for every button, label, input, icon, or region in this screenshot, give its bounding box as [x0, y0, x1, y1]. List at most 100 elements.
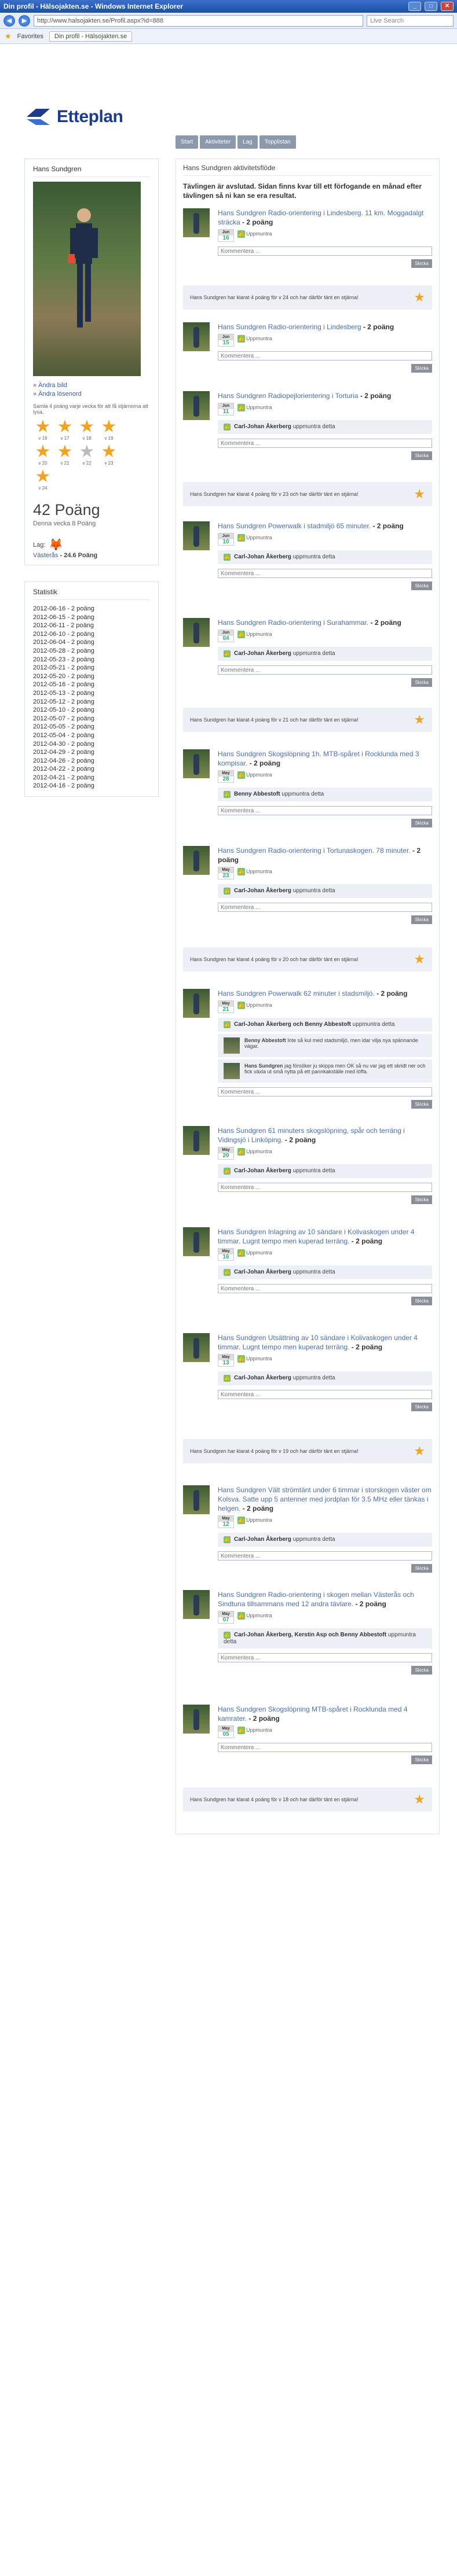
team-link[interactable]: Västerås	[33, 552, 58, 559]
send-button[interactable]: Skicka	[411, 1100, 432, 1109]
avatar[interactable]	[183, 1705, 210, 1734]
activity-title[interactable]: Hans Sundgren Inlagning av 10 sändare i …	[218, 1227, 432, 1246]
activity-title[interactable]: Hans Sundgren Radiopejlorientering i Tor…	[218, 391, 432, 400]
comment-input[interactable]	[218, 1087, 432, 1096]
encourage-button[interactable]: 👍 Uppmuntra	[237, 1517, 272, 1524]
activity-text[interactable]: Hans Sundgren Skogslöpning 1h. MTB-spåre…	[218, 750, 419, 767]
nav-item[interactable]: Start	[176, 135, 199, 149]
likers[interactable]: Carl-Johan Åkerberg	[234, 1536, 291, 1543]
send-button[interactable]: Skicka	[411, 819, 432, 827]
activity-title[interactable]: Hans Sundgren Vält strömtänt under 6 tim…	[218, 1485, 432, 1513]
avatar[interactable]	[183, 846, 210, 875]
avatar[interactable]	[183, 322, 210, 351]
send-button[interactable]: Skicka	[411, 582, 432, 590]
activity-title[interactable]: Hans Sundgren Radio-orientering i Lindes…	[218, 322, 432, 332]
comment-input[interactable]	[218, 1743, 432, 1752]
search-input[interactable]: Live Search	[367, 14, 454, 27]
comment-input[interactable]	[218, 1183, 432, 1192]
comment-input[interactable]	[218, 806, 432, 815]
nav-item[interactable]: Topplistan	[259, 135, 296, 149]
encourage-button[interactable]: 👍 Uppmuntra	[237, 404, 272, 411]
encourage-button[interactable]: 👍 Uppmuntra	[237, 631, 272, 638]
encourage-button[interactable]: 👍 Uppmuntra	[237, 1727, 272, 1734]
activity-title[interactable]: Hans Sundgren Radio-orientering i Lindes…	[218, 208, 432, 227]
send-button[interactable]: Skicka	[411, 451, 432, 460]
activity-text[interactable]: Hans Sundgren Utsättning av 10 sändare i…	[218, 1334, 418, 1351]
browser-tab[interactable]: Din profil - Hälsojakten.se	[49, 31, 133, 42]
send-button[interactable]: Skicka	[411, 259, 432, 268]
comment-input[interactable]	[218, 246, 432, 256]
encourage-button[interactable]: 👍 Uppmuntra	[237, 771, 272, 779]
comment-input[interactable]	[218, 351, 432, 360]
activity-title[interactable]: Hans Sundgren Radio-orientering i skogen…	[218, 1590, 432, 1609]
avatar[interactable]	[183, 749, 210, 778]
activity-title[interactable]: Hans Sundgren Powerwalk i stadmiljö 65 m…	[218, 521, 432, 531]
activity-text[interactable]: Hans Sundgren Skogslöpning MTB-spåret i …	[218, 1705, 408, 1723]
send-button[interactable]: Skicka	[411, 678, 432, 687]
encourage-button[interactable]: 👍 Uppmuntra	[237, 1249, 272, 1257]
activity-title[interactable]: Hans Sundgren Utsättning av 10 sändare i…	[218, 1333, 432, 1352]
comment-input[interactable]	[218, 569, 432, 578]
comment-avatar[interactable]	[224, 1063, 240, 1079]
likers[interactable]: Carl-Johan Åkerberg	[234, 554, 291, 560]
send-button[interactable]: Skicka	[411, 1756, 432, 1764]
encourage-button[interactable]: 👍 Uppmuntra	[237, 230, 272, 238]
activity-title[interactable]: Hans Sundgren Powerwalk 62 minuter i sta…	[218, 989, 432, 998]
profile-link[interactable]: » Ändra bild	[33, 382, 150, 389]
comment-input[interactable]	[218, 1390, 432, 1399]
avatar[interactable]	[183, 521, 210, 550]
nav-item[interactable]: Aktiviteter	[200, 135, 236, 149]
likers[interactable]: Carl-Johan Åkerberg	[234, 1168, 291, 1174]
comment-author[interactable]: Benny Abbestoft	[244, 1037, 287, 1043]
activity-title[interactable]: Hans Sundgren Skogslöpning MTB-spåret i …	[218, 1705, 432, 1723]
send-button[interactable]: Skicka	[411, 1666, 432, 1675]
avatar[interactable]	[183, 1590, 210, 1619]
url-input[interactable]: http://www.halsojakten.se/Profil.aspx?id…	[34, 14, 363, 27]
activity-title[interactable]: Hans Sundgren Radio-orientering i Suraha…	[218, 618, 432, 627]
avatar[interactable]	[183, 618, 210, 647]
send-button[interactable]: Skicka	[411, 1564, 432, 1573]
comment-author[interactable]: Hans Sundgren	[244, 1063, 284, 1069]
avatar[interactable]	[183, 391, 210, 420]
comment-input[interactable]	[218, 1551, 432, 1561]
encourage-button[interactable]: 👍 Uppmuntra	[237, 868, 272, 875]
comment-input[interactable]	[218, 903, 432, 912]
encourage-button[interactable]: 👍 Uppmuntra	[237, 1148, 272, 1155]
avatar[interactable]	[183, 1126, 210, 1155]
activity-title[interactable]: Hans Sundgren Skogslöpning 1h. MTB-spåre…	[218, 749, 432, 768]
likers[interactable]: Carl-Johan Åkerberg	[234, 1269, 291, 1275]
avatar[interactable]	[183, 1227, 210, 1256]
likers[interactable]: Benny Abbestoft	[234, 791, 280, 797]
encourage-button[interactable]: 👍 Uppmuntra	[237, 335, 272, 343]
activity-text[interactable]: Hans Sundgren Inlagning av 10 sändare i …	[218, 1228, 415, 1245]
comment-input[interactable]	[218, 1284, 432, 1293]
activity-text[interactable]: Hans Sundgren Powerwalk i stadmiljö 65 m…	[218, 522, 372, 530]
activity-text[interactable]: Hans Sundgren Radio-orientering i Tortun…	[218, 847, 412, 855]
send-button[interactable]: Skicka	[411, 364, 432, 373]
maximize-button[interactable]: □	[425, 2, 437, 11]
comment-input[interactable]	[218, 439, 432, 448]
send-button[interactable]: Skicka	[411, 1297, 432, 1305]
nav-item[interactable]: Lag	[237, 135, 258, 149]
likers[interactable]: Carl-Johan Åkerberg	[234, 424, 291, 430]
close-button[interactable]: ✕	[441, 2, 454, 11]
encourage-button[interactable]: 👍 Uppmuntra	[237, 534, 272, 542]
likers[interactable]: Carl-Johan Åkerberg	[234, 650, 291, 657]
activity-text[interactable]: Hans Sundgren Radiopejlorientering i Tor…	[218, 392, 360, 400]
encourage-button[interactable]: 👍 Uppmuntra	[237, 1002, 272, 1009]
likers[interactable]: Carl-Johan Åkerberg	[234, 1375, 291, 1381]
logo[interactable]: Etteplan	[24, 106, 123, 127]
send-button[interactable]: Skicka	[411, 1403, 432, 1411]
comment-avatar[interactable]	[224, 1037, 240, 1054]
encourage-button[interactable]: 👍 Uppmuntra	[237, 1355, 272, 1363]
comment-input[interactable]	[218, 665, 432, 675]
forward-icon[interactable]: ▶	[19, 14, 30, 27]
profile-link[interactable]: » Ändra lösenord	[33, 391, 150, 398]
favorites-label[interactable]: Favorites	[17, 33, 43, 40]
avatar[interactable]	[183, 1333, 210, 1362]
send-button[interactable]: Skicka	[411, 915, 432, 924]
send-button[interactable]: Skicka	[411, 1195, 432, 1204]
star-icon[interactable]: ★	[5, 32, 12, 41]
activity-title[interactable]: Hans Sundgren 61 minuters skogslöpning, …	[218, 1126, 432, 1145]
minimize-button[interactable]: _	[408, 2, 421, 11]
